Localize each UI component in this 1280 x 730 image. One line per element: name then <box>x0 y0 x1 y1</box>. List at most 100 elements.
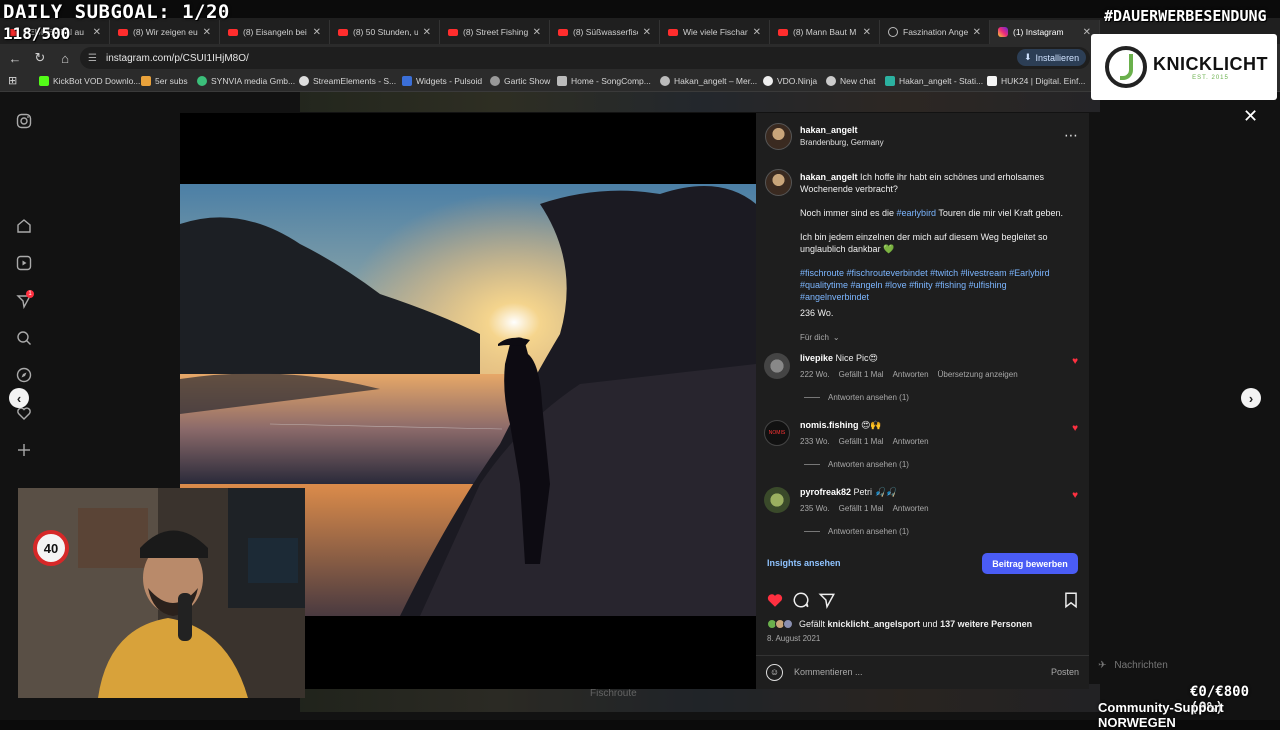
view-replies-button[interactable]: Antworten ansehen (1) <box>804 460 909 469</box>
bookmark-item[interactable]: Gartic Show <box>490 76 550 86</box>
post-comment-button[interactable]: Posten <box>1051 667 1079 677</box>
bookmark-item[interactable]: Hakan_angelt - Stati... <box>885 76 983 86</box>
emoji-icon[interactable]: ☺ <box>766 664 783 681</box>
commenter-avatar[interactable]: NOMIS <box>764 420 790 446</box>
home-button-icon[interactable]: ⌂ <box>54 47 76 69</box>
insights-link[interactable]: Insights ansehen <box>767 558 841 568</box>
close-icon[interactable]: ✕ <box>1243 106 1258 127</box>
browser-tab[interactable]: Faszination Angel ✕ <box>880 20 990 44</box>
commenter-avatar[interactable] <box>764 487 790 513</box>
install-app-button[interactable]: ⬇ Installieren <box>1017 49 1087 66</box>
promote-post-button[interactable]: Beitrag bewerben <box>982 553 1078 574</box>
caption-hashtags[interactable]: #fischroute #fischrouteverbindet #twitch… <box>800 267 1070 303</box>
caption-username[interactable]: hakan_angelt <box>800 172 858 182</box>
caption-paragraph-2: Noch immer sind es die #earlybird Touren… <box>800 207 1070 219</box>
site-settings-icon[interactable]: ☰ <box>88 53 97 64</box>
comment-composer: ☺ Kommentieren ... Posten <box>756 655 1089 689</box>
reels-icon[interactable] <box>15 254 33 272</box>
messages-drawer[interactable]: ✈ Nachrichten <box>1090 650 1250 680</box>
browser-tab[interactable]: (8) Street Fishing ✕ <box>440 20 550 44</box>
instagram-logo-icon[interactable] <box>15 112 33 130</box>
url-bar[interactable]: ☰ instagram.com/p/CSUI1IHjM8O/ <box>80 47 1090 69</box>
caption-avatar[interactable] <box>765 169 792 196</box>
comment-icon[interactable] <box>792 591 810 614</box>
previous-post-button[interactable]: ‹ <box>9 388 29 408</box>
comment-input[interactable]: Kommentieren ... <box>794 667 863 677</box>
comment-like-heart-icon[interactable]: ♥ <box>1072 490 1078 501</box>
close-tab-icon[interactable]: ✕ <box>313 27 321 38</box>
post-location[interactable]: Brandenburg, Germany <box>800 138 884 147</box>
post-detail-panel: hakan_angelt Brandenburg, Germany ⋯ haka… <box>756 113 1089 689</box>
view-replies-button[interactable]: Antworten ansehen (1) <box>804 527 909 536</box>
explore-icon[interactable] <box>15 366 33 384</box>
browser-tab[interactable]: Wie viele Fischart ✕ <box>660 20 770 44</box>
view-replies-button[interactable]: Antworten ansehen (1) <box>804 393 909 402</box>
comment-filter-dropdown[interactable]: Für dich ⌄ <box>800 333 840 342</box>
reply-button[interactable]: Antworten <box>893 504 929 513</box>
commenter-username[interactable]: livepike <box>800 353 833 363</box>
comment-like-heart-icon[interactable]: ♥ <box>1072 423 1078 434</box>
like-heart-icon[interactable] <box>766 591 784 614</box>
back-arrow-icon[interactable]: ← <box>4 47 26 69</box>
bookmark-item[interactable]: Widgets - Pulsoid <box>402 76 482 86</box>
browser-tab[interactable]: (8) Süßwasserfisc ✕ <box>550 20 660 44</box>
more-options-icon[interactable]: ⋯ <box>1064 127 1078 144</box>
bookmark-item[interactable]: 5er subs <box>141 76 188 86</box>
bookmark-icon[interactable] <box>1062 591 1080 614</box>
caption: hakan_angelt Ich hoffe ihr habt ein schö… <box>800 171 1070 195</box>
commenter-username[interactable]: pyrofreak82 <box>800 487 851 497</box>
bookmark-item[interactable]: Hakan_angelt – Mer... <box>660 76 757 86</box>
bookmark-item[interactable]: New chat <box>826 76 875 86</box>
like-summary[interactable]: Gefällt knicklicht_angelsport und 137 we… <box>767 619 1032 629</box>
home-icon[interactable] <box>15 217 33 235</box>
close-tab-icon[interactable]: ✕ <box>93 27 101 38</box>
close-tab-icon[interactable]: ✕ <box>643 27 651 38</box>
bookmark-item[interactable]: VDO.Ninja <box>763 76 817 86</box>
bookmark-favicon <box>402 76 412 86</box>
apps-grid-icon[interactable]: ⊞ <box>8 74 17 87</box>
close-tab-icon[interactable]: ✕ <box>863 27 871 38</box>
author-username[interactable]: hakan_angelt <box>800 125 884 135</box>
browser-tab-active[interactable]: (1) Instagram ✕ <box>990 20 1100 44</box>
close-tab-icon[interactable]: ✕ <box>533 27 541 38</box>
reply-button[interactable]: Antworten <box>893 437 929 446</box>
search-icon[interactable] <box>15 329 33 347</box>
commenter-avatar[interactable] <box>764 353 790 379</box>
reload-icon[interactable]: ↻ <box>29 47 51 69</box>
bookmark-item[interactable]: Home - SongComp... <box>557 76 651 86</box>
comment-like-heart-icon[interactable]: ♥ <box>1072 356 1078 367</box>
bookmark-item[interactable]: HUK24 | Digital. Einf... <box>987 76 1085 86</box>
bookmark-label: New chat <box>840 76 876 86</box>
bookmark-item[interactable]: SYNVIA media Gmb... <box>197 76 295 86</box>
browser-tab[interactable]: (8) Mann Baut M ✕ <box>770 20 880 44</box>
browser-tab[interactable]: (8) Eisangeln bei ✕ <box>220 20 330 44</box>
close-tab-icon[interactable]: ✕ <box>973 27 981 38</box>
next-post-button[interactable]: › <box>1241 388 1261 408</box>
likes-count[interactable]: 137 weitere Personen <box>940 619 1032 629</box>
bookmark-item[interactable]: KickBot VOD Downlo... <box>39 76 140 86</box>
tab-title: (8) Süßwasserfisc <box>573 27 638 37</box>
liker-username[interactable]: knicklicht_angelsport <box>828 619 921 629</box>
browser-tab[interactable]: (8) Wir zeigen eu ✕ <box>110 20 220 44</box>
comment-text: livepike Nice Pic😍 <box>800 353 878 364</box>
browser-tab[interactable]: (8) 50 Stunden, u ✕ <box>330 20 440 44</box>
close-tab-icon[interactable]: ✕ <box>203 27 211 38</box>
translate-button[interactable]: Übersetzung anzeigen <box>938 370 1018 379</box>
bookmark-item[interactable]: StreamElements - S... <box>299 76 396 86</box>
post-date: 8. August 2021 <box>767 634 821 643</box>
share-icon[interactable] <box>818 591 836 614</box>
commenter-username[interactable]: nomis.fishing <box>800 420 859 430</box>
likes-text: und <box>920 619 941 629</box>
comment-like-count[interactable]: Gefällt 1 Mal <box>839 437 884 446</box>
hashtag-earlybird[interactable]: #earlybird <box>897 208 937 218</box>
comment-like-count[interactable]: Gefällt 1 Mal <box>839 370 884 379</box>
close-tab-icon[interactable]: ✕ <box>423 27 431 38</box>
messages-icon[interactable]: 1 <box>15 290 34 310</box>
create-icon[interactable] <box>15 441 33 459</box>
comment-like-count[interactable]: Gefällt 1 Mal <box>839 504 884 513</box>
close-tab-icon[interactable]: ✕ <box>1083 27 1091 38</box>
author-avatar[interactable] <box>765 123 792 150</box>
close-tab-icon[interactable]: ✕ <box>753 27 761 38</box>
reply-button[interactable]: Antworten <box>893 370 929 379</box>
url-text: instagram.com/p/CSUI1IHjM8O/ <box>105 52 249 64</box>
